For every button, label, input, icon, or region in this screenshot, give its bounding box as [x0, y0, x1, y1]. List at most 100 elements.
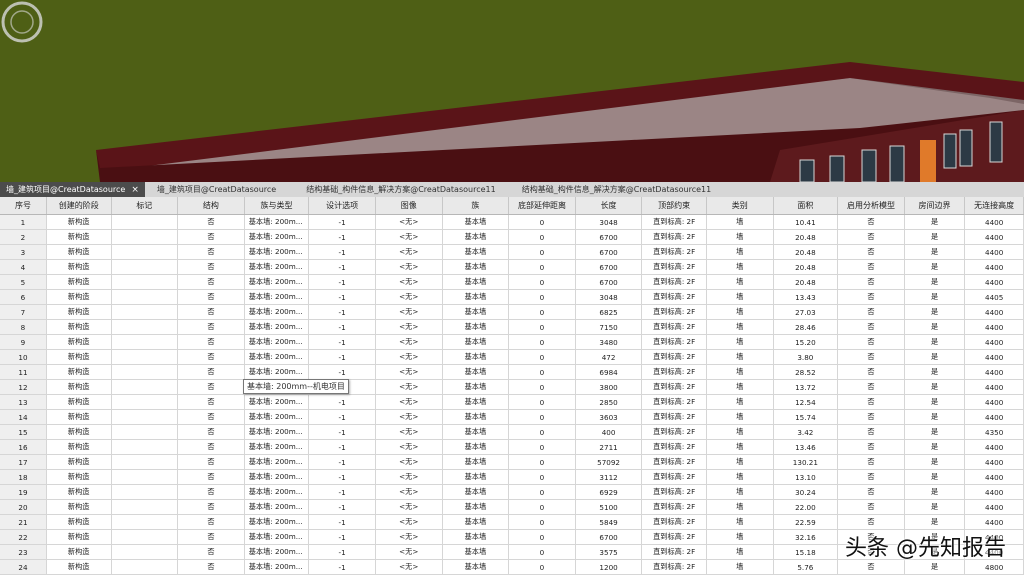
table-cell[interactable]: 新构造	[46, 424, 112, 440]
table-cell[interactable]: -1	[308, 214, 376, 230]
table-row[interactable]: 20 新构造否基本墙: 200m... -1 <无> 基本墙 0 5100 直到标高: 2F 墙…	[0, 499, 1024, 515]
table-row[interactable]: 13 新构造否基本墙: 200m... -1 <无> 基本墙 0 2850 直到标高: 2F 墙…	[0, 394, 1024, 410]
table-cell[interactable]	[111, 274, 179, 290]
table-cell[interactable]: -1	[308, 469, 376, 485]
table-cell[interactable]: 32.16	[773, 529, 839, 545]
table-cell[interactable]: 否	[837, 334, 905, 350]
table-cell[interactable]: 基本墙	[442, 439, 510, 455]
table-cell[interactable]: 否	[177, 274, 245, 290]
table-cell[interactable]: 基本墙: 200m...	[244, 244, 310, 260]
table-cell[interactable]: 5.76	[773, 559, 839, 575]
table-cell[interactable]	[111, 379, 179, 395]
table-cell[interactable]: 0	[508, 349, 576, 365]
table-cell[interactable]: 墙	[706, 379, 774, 395]
table-cell[interactable]: 基本墙	[442, 394, 510, 410]
table-cell[interactable]: -1	[308, 484, 376, 500]
column-header[interactable]: 族	[442, 197, 510, 215]
table-cell[interactable]: 新构造	[46, 559, 112, 575]
column-header[interactable]: 顶部约束	[641, 197, 707, 215]
table-cell[interactable]: 基本墙	[442, 349, 510, 365]
table-cell[interactable]: 否	[837, 409, 905, 425]
column-header[interactable]: 面积	[773, 197, 839, 215]
row-index-cell[interactable]: 7	[0, 304, 47, 320]
row-index-cell[interactable]: 24	[0, 559, 47, 575]
table-row[interactable]: 21 新构造否基本墙: 200m... -1 <无> 基本墙 0 5849 直到标高: 2F 墙…	[0, 514, 1024, 530]
table-cell[interactable]: 直到标高: 2F	[641, 514, 707, 530]
table-cell[interactable]: 22.00	[773, 499, 839, 515]
table-row[interactable]: 1 新构造否基本墙: 200m... -1 <无> 基本墙 0 3048 直到标高: 2F 墙 1…	[0, 214, 1024, 230]
table-cell[interactable]: 墙	[706, 439, 774, 455]
table-cell[interactable]: 基本墙: 200m...	[244, 289, 310, 305]
table-cell[interactable]: 0	[508, 244, 576, 260]
table-cell[interactable]: 否	[837, 259, 905, 275]
row-index-cell[interactable]: 19	[0, 484, 47, 500]
table-cell[interactable]	[111, 484, 179, 500]
column-header[interactable]: 图像	[375, 197, 443, 215]
table-cell[interactable]: 4400	[964, 259, 1024, 275]
table-cell[interactable]: 新构造	[46, 259, 112, 275]
table-cell[interactable]: 0	[508, 499, 576, 515]
table-cell[interactable]: 否	[837, 274, 905, 290]
table-cell[interactable]: 基本墙: 200m...	[244, 334, 310, 350]
table-cell[interactable]: 基本墙	[442, 214, 510, 230]
table-cell[interactable]	[111, 289, 179, 305]
close-icon[interactable]: ×	[131, 185, 139, 195]
table-cell[interactable]: 0	[508, 274, 576, 290]
table-cell[interactable]: -1	[308, 229, 376, 245]
table-cell[interactable]: 墙	[706, 214, 774, 230]
table-cell[interactable]: 0	[508, 439, 576, 455]
table-cell[interactable]: 否	[837, 424, 905, 440]
table-cell[interactable]: -1	[308, 259, 376, 275]
table-cell[interactable]: 基本墙	[442, 379, 510, 395]
table-cell[interactable]: 4350	[964, 424, 1024, 440]
table-cell[interactable]: 是	[904, 469, 966, 485]
table-cell[interactable]: <无>	[375, 394, 443, 410]
table-cell[interactable]: 新构造	[46, 484, 112, 500]
table-cell[interactable]: 墙	[706, 229, 774, 245]
table-cell[interactable]: 4400	[964, 394, 1024, 410]
table-cell[interactable]: 墙	[706, 334, 774, 350]
table-cell[interactable]: 基本墙	[442, 544, 510, 560]
table-cell[interactable]: 是	[904, 349, 966, 365]
table-cell[interactable]: 新构造	[46, 394, 112, 410]
table-cell[interactable]: 直到标高: 2F	[641, 304, 707, 320]
table-cell[interactable]: <无>	[375, 454, 443, 470]
table-cell[interactable]: <无>	[375, 544, 443, 560]
table-cell[interactable]: 否	[837, 349, 905, 365]
row-index-cell[interactable]: 6	[0, 289, 47, 305]
table-cell[interactable]: 基本墙	[442, 334, 510, 350]
row-index-cell[interactable]: 2	[0, 229, 47, 245]
table-cell[interactable]: 6700	[575, 529, 643, 545]
table-cell[interactable]: 6700	[575, 274, 643, 290]
table-cell[interactable]: 0	[508, 229, 576, 245]
table-cell[interactable]: 57092	[575, 454, 643, 470]
table-cell[interactable]: 直到标高: 2F	[641, 424, 707, 440]
table-cell[interactable]: -1	[308, 514, 376, 530]
table-cell[interactable]	[111, 334, 179, 350]
table-cell[interactable]: 基本墙	[442, 364, 510, 380]
table-cell[interactable]: 直到标高: 2F	[641, 229, 707, 245]
table-cell[interactable]: 基本墙	[442, 424, 510, 440]
table-cell[interactable]: 否	[837, 379, 905, 395]
table-cell[interactable]: 是	[904, 379, 966, 395]
table-cell[interactable]: 是	[904, 229, 966, 245]
table-cell[interactable]: 基本墙	[442, 229, 510, 245]
table-cell[interactable]: 墙	[706, 274, 774, 290]
table-cell[interactable]: 4400	[964, 439, 1024, 455]
row-index-cell[interactable]: 22	[0, 529, 47, 545]
row-index-cell[interactable]: 13	[0, 394, 47, 410]
column-header[interactable]: 序号	[0, 197, 47, 215]
table-cell[interactable]: 否	[837, 394, 905, 410]
table-cell[interactable]: 是	[904, 439, 966, 455]
table-cell[interactable]: <无>	[375, 559, 443, 575]
table-cell[interactable]: 墙	[706, 244, 774, 260]
table-cell[interactable]: -1	[308, 544, 376, 560]
table-cell[interactable]: 否	[177, 514, 245, 530]
table-cell[interactable]: 是	[904, 454, 966, 470]
table-cell[interactable]: 20.48	[773, 244, 839, 260]
table-cell[interactable]: 墙	[706, 469, 774, 485]
table-cell[interactable]: 直到标高: 2F	[641, 484, 707, 500]
table-cell[interactable]	[111, 229, 179, 245]
table-cell[interactable]: 3.80	[773, 349, 839, 365]
row-index-cell[interactable]: 1	[0, 214, 47, 230]
